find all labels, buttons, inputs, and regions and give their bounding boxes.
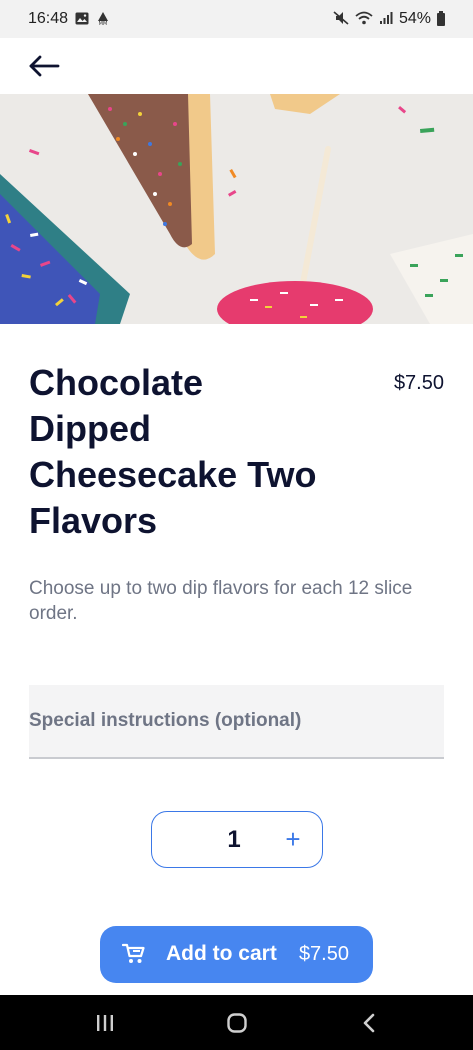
product-title: Chocolate Dipped Cheesecake Two Flavors [29, 362, 317, 541]
recents-button[interactable] [70, 995, 140, 1050]
increase-quantity-button[interactable]: + [278, 824, 308, 854]
image-icon [75, 12, 89, 27]
home-button[interactable] [202, 995, 272, 1050]
home-icon [227, 1012, 247, 1033]
location-notification-icon: MM [96, 11, 110, 27]
signal-icon [379, 11, 393, 27]
product-description: Choose up to two dip flavors for each 12… [29, 578, 413, 624]
battery-icon [437, 10, 445, 26]
special-instructions-field[interactable]: Special instructions (optional) [29, 685, 444, 759]
dessert-photo [0, 94, 473, 324]
product-price: $7.50 [393, 372, 444, 394]
product-image [0, 94, 473, 324]
recents-icon [97, 1014, 113, 1031]
arrow-left-icon [29, 55, 60, 77]
status-time: 16:48 [28, 10, 69, 27]
status-bar: 16:48 MM 54% [0, 0, 473, 38]
back-button[interactable] [22, 48, 66, 84]
system-navigation-bar [0, 995, 473, 1050]
quantity-stepper[interactable]: 1 + [151, 811, 323, 868]
back-icon [363, 1013, 375, 1032]
add-to-cart-button[interactable]: Add to cart $7.50 [100, 926, 373, 983]
special-instructions-placeholder: Special instructions (optional) [29, 710, 302, 731]
wifi-icon [355, 11, 373, 27]
svg-text:MM: MM [99, 21, 108, 25]
cart-icon [122, 943, 145, 963]
add-to-cart-label: Add to cart [166, 942, 277, 965]
mute-icon [333, 10, 349, 28]
top-app-bar [0, 38, 473, 94]
battery-level: 54% [398, 10, 431, 27]
add-to-cart-price: $7.50 [298, 943, 349, 965]
system-back-button[interactable] [334, 995, 404, 1050]
